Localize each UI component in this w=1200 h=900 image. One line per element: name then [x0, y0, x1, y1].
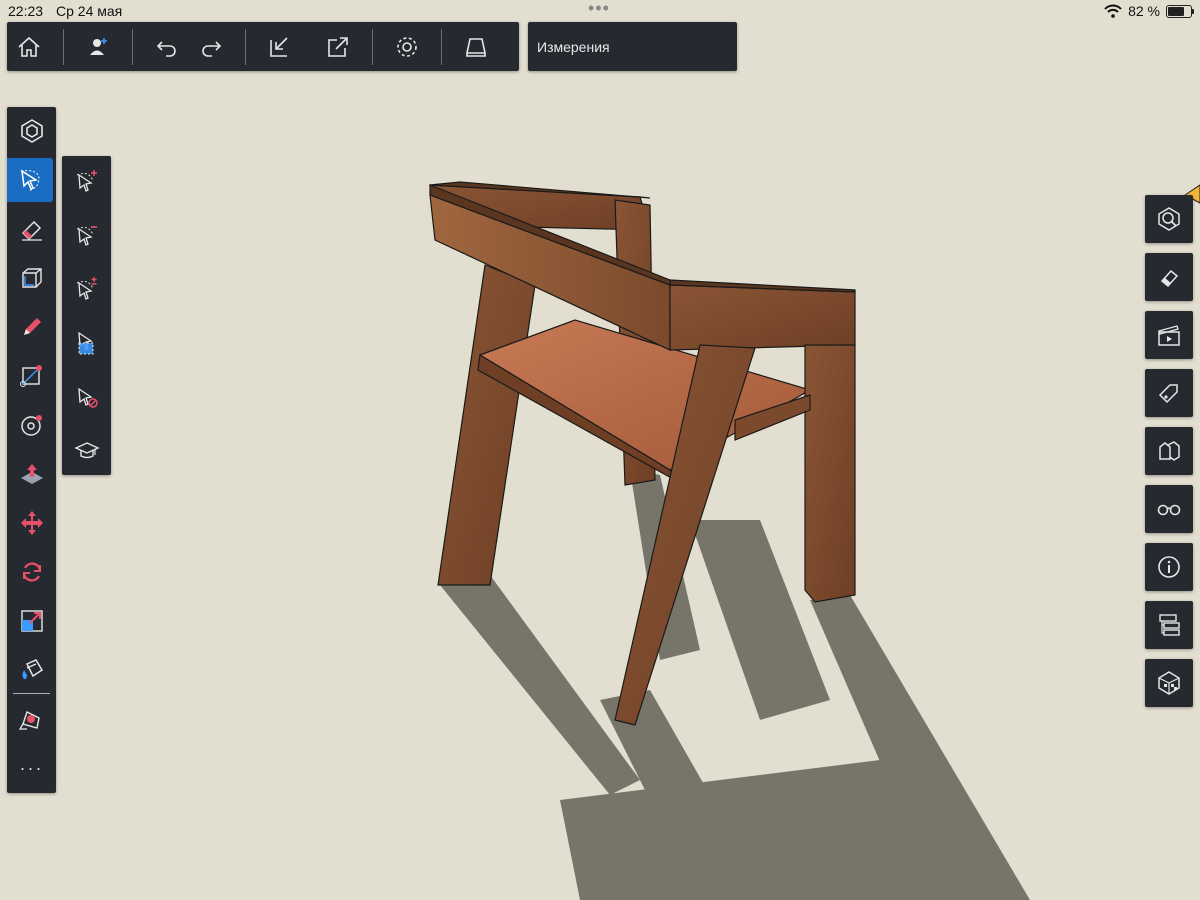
select-toggle-button[interactable] — [62, 267, 111, 311]
xray-panel-button[interactable] — [1145, 485, 1193, 533]
multitasking-dots-icon[interactable]: ••• — [588, 0, 610, 19]
tape-measure-tool-button[interactable] — [7, 697, 56, 741]
tags-icon — [1158, 384, 1178, 404]
select-none-icon — [77, 387, 98, 408]
select-add-button[interactable] — [62, 159, 111, 203]
tags-panel-button[interactable] — [1145, 369, 1193, 417]
push-pull-tool-button[interactable] — [7, 452, 56, 496]
home-icon — [18, 36, 40, 57]
materials-panel-button[interactable] — [1145, 659, 1193, 707]
paint-bucket-icon — [22, 659, 43, 680]
status-bar: 22:23 Ср 24 мая ••• 82 % — [0, 0, 1200, 22]
entity-info-button[interactable] — [1145, 543, 1193, 591]
export-icon — [328, 36, 348, 57]
chair-shadow — [440, 470, 1030, 900]
battery-percent: 82 % — [1128, 3, 1160, 19]
tag-box-icon — [21, 268, 42, 288]
more-icon: ··· — [19, 757, 44, 778]
pencil-icon — [23, 318, 41, 335]
rotate-tool-button[interactable] — [7, 550, 56, 594]
eraser-icon — [21, 220, 42, 241]
settings-icon — [397, 36, 417, 57]
select-learn-icon — [73, 442, 100, 459]
model-title-panel[interactable]: Измерения — [528, 22, 737, 71]
main-toolbar — [7, 22, 519, 71]
outliner-panel-button[interactable] — [1145, 601, 1193, 649]
view-icon — [1158, 207, 1180, 231]
settings-button[interactable] — [385, 22, 429, 71]
push-pull-icon — [20, 464, 43, 484]
components-panel-button[interactable] — [1145, 427, 1193, 475]
toolbar-divider — [132, 28, 133, 65]
move-icon — [20, 511, 43, 535]
tray-divider — [13, 693, 50, 694]
tag-tool-button[interactable] — [7, 256, 56, 300]
display-icon — [466, 37, 486, 57]
paint-tool-button[interactable] — [7, 648, 56, 692]
circle-tool-button[interactable] — [7, 403, 56, 447]
select-tool-icon — [20, 169, 40, 192]
view-panel-button[interactable] — [1145, 195, 1193, 243]
model-title: Измерения — [537, 39, 610, 55]
display-button[interactable] — [454, 22, 498, 71]
select-subtract-icon — [76, 226, 97, 246]
left-tool-tray: ··· — [7, 107, 56, 793]
undo-button[interactable] — [145, 22, 189, 71]
scenes-panel-button[interactable] — [1145, 311, 1193, 359]
select-instructor-button[interactable] — [62, 429, 111, 473]
import-icon — [270, 36, 288, 57]
date: Ср 24 мая — [56, 3, 123, 19]
toolbar-divider — [245, 28, 246, 65]
select-components-icon — [77, 331, 93, 355]
scale-tool-button[interactable] — [7, 599, 56, 643]
rectangle-tool-button[interactable] — [7, 354, 56, 398]
battery-icon — [1166, 4, 1194, 18]
scenes-icon — [1158, 325, 1180, 346]
collaborate-button[interactable] — [76, 22, 120, 71]
model-viewport[interactable] — [0, 0, 1200, 900]
tape-measure-icon — [18, 711, 40, 730]
info-icon — [1158, 556, 1180, 578]
rotate-icon — [22, 562, 41, 582]
battery-level — [1168, 6, 1185, 16]
components-icon — [1159, 441, 1180, 461]
toolbar-divider — [441, 28, 442, 65]
select-tool-flyout — [62, 156, 111, 475]
x-ray-icon — [1157, 504, 1181, 516]
tool-tray-toggle[interactable] — [7, 109, 56, 153]
materials-icon — [1158, 671, 1180, 695]
styles-panel-button[interactable] — [1145, 253, 1193, 301]
eraser-display-icon — [1160, 269, 1179, 288]
home-button[interactable] — [7, 22, 51, 71]
redo-icon — [202, 40, 222, 57]
scale-icon — [20, 610, 43, 632]
eraser-tool-button[interactable] — [7, 207, 56, 251]
undo-icon — [156, 40, 176, 57]
redo-button[interactable] — [189, 22, 233, 71]
select-tool-button[interactable] — [7, 158, 53, 202]
more-tools-button[interactable]: ··· — [7, 746, 56, 790]
rectangle-icon — [19, 365, 42, 387]
toolbar-divider — [63, 28, 64, 65]
select-components-button[interactable] — [62, 321, 111, 365]
export-button[interactable] — [316, 22, 360, 71]
tool-tray-hex-icon — [20, 119, 43, 143]
line-tool-button[interactable] — [7, 305, 56, 349]
clock: 22:23 — [8, 3, 44, 19]
outliner-icon — [1159, 614, 1180, 636]
circle-icon — [20, 415, 42, 436]
select-add-icon — [76, 170, 97, 192]
select-none-button[interactable] — [62, 375, 111, 419]
add-user-icon — [90, 37, 107, 55]
move-tool-button[interactable] — [7, 501, 56, 545]
select-toggle-icon — [76, 277, 96, 300]
wifi-icon — [1104, 4, 1122, 18]
select-subtract-button[interactable] — [62, 213, 111, 257]
toolbar-divider — [372, 28, 373, 65]
import-button[interactable] — [258, 22, 302, 71]
